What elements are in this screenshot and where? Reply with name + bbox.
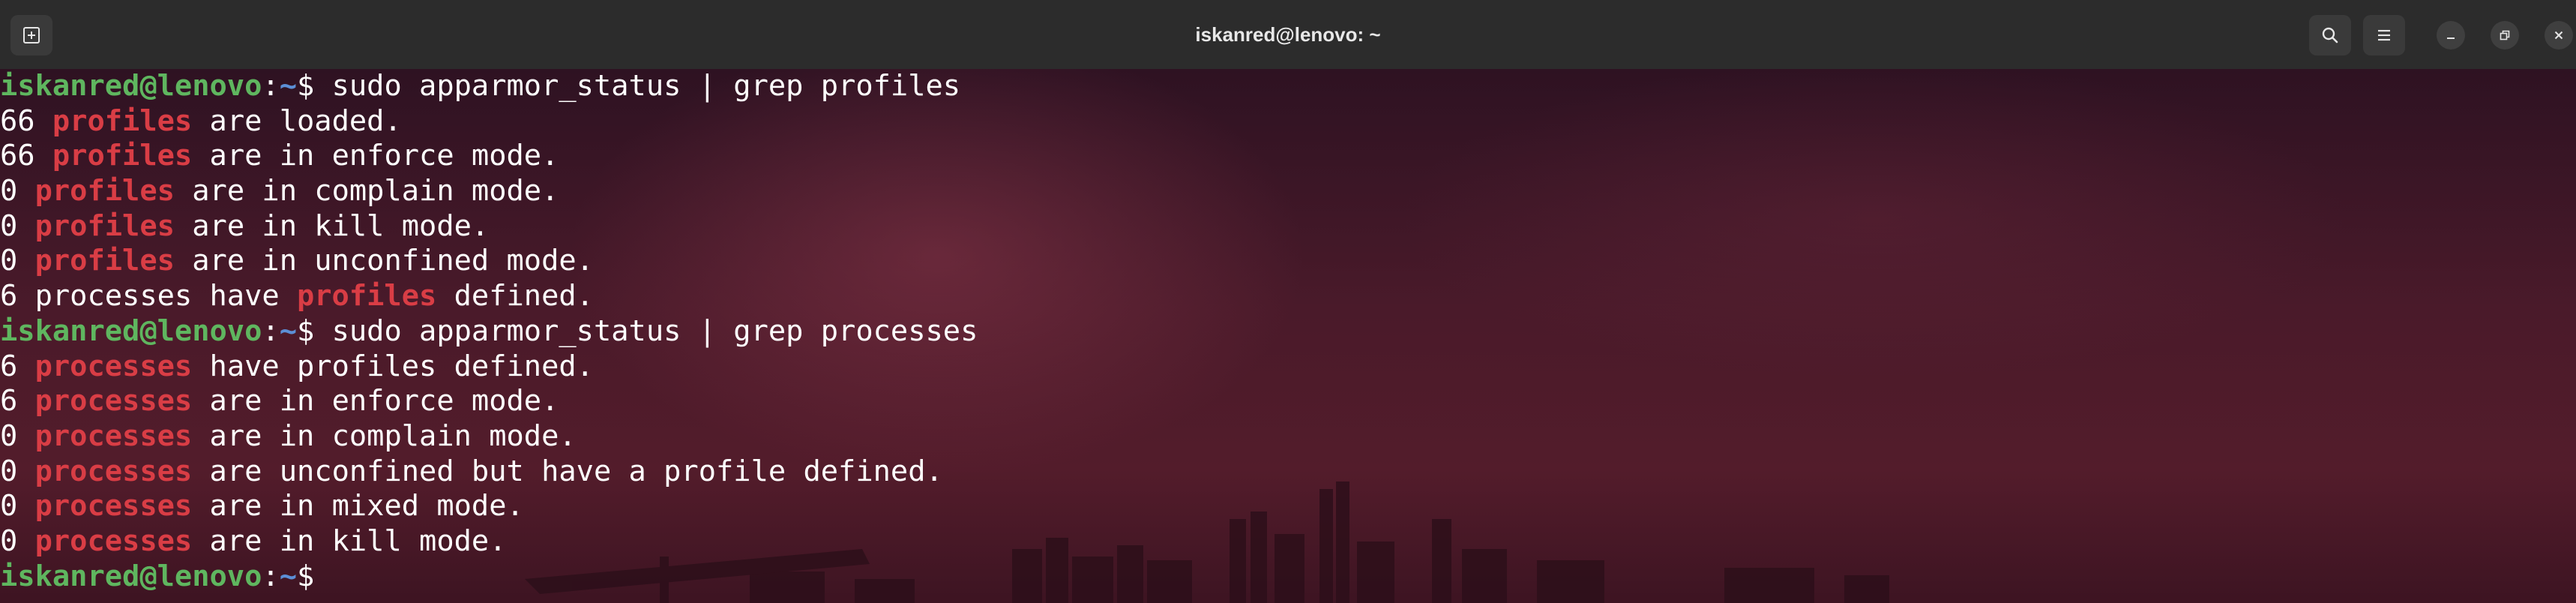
prompt-path: ~ bbox=[279, 559, 297, 593]
grep-match: profiles bbox=[34, 208, 175, 243]
prompt-colon: : bbox=[262, 69, 280, 103]
close-button[interactable] bbox=[2545, 21, 2573, 50]
output-text: 66 bbox=[0, 139, 52, 173]
output-text: are in mixed mode. bbox=[192, 489, 524, 524]
prompt-user-host: iskanred@lenovo bbox=[0, 314, 262, 348]
output-text: are in complain mode. bbox=[174, 174, 559, 208]
output-text: are in enforce mode. bbox=[192, 384, 559, 418]
search-icon bbox=[2322, 27, 2338, 44]
prompt-user-host: iskanred@lenovo bbox=[0, 559, 262, 593]
search-button[interactable] bbox=[2309, 15, 2351, 56]
prompt-line: iskanred@lenovo:~$ sudo apparmor_status … bbox=[0, 314, 2576, 350]
output-text: are in complain mode. bbox=[192, 418, 577, 453]
restore-icon bbox=[2500, 30, 2510, 40]
minimize-button[interactable] bbox=[2437, 21, 2465, 50]
output-line: 0 processes are unconfined but have a pr… bbox=[0, 454, 2576, 490]
grep-match: processes bbox=[34, 524, 193, 558]
output-text: are in kill mode. bbox=[192, 524, 507, 558]
prompt-line: iskanred@lenovo:~$ bbox=[0, 560, 2576, 595]
output-text: are in kill mode. bbox=[174, 208, 490, 243]
grep-match: profiles bbox=[52, 104, 193, 138]
output-line: 66 profiles are loaded. bbox=[0, 104, 2576, 140]
output-text: 0 bbox=[0, 454, 35, 488]
grep-match: processes bbox=[34, 418, 193, 453]
grep-match: processes bbox=[34, 489, 193, 524]
prompt-line: iskanred@lenovo:~$ sudo apparmor_status … bbox=[0, 69, 2576, 104]
restore-button[interactable] bbox=[2491, 21, 2519, 50]
grep-match: profiles bbox=[34, 244, 175, 278]
output-line: 0 profiles are in kill mode. bbox=[0, 209, 2576, 244]
terminal-window: iskanred@lenovo: ~ iskanred@lenovo:~$ su… bbox=[0, 0, 2576, 603]
prompt-symbol: $ bbox=[296, 69, 315, 103]
hamburger-menu-icon bbox=[2378, 29, 2390, 41]
window-title: iskanred@lenovo: ~ bbox=[1195, 23, 1381, 46]
command-text: sudo apparmor_status | grep processes bbox=[314, 314, 978, 348]
output-text: 0 bbox=[0, 418, 35, 453]
minimize-icon bbox=[2447, 38, 2455, 39]
output-text: 6 bbox=[0, 349, 35, 383]
output-text: 0 bbox=[0, 524, 35, 558]
grep-match: profiles bbox=[296, 279, 437, 314]
output-text: have profiles defined. bbox=[192, 349, 594, 383]
output-text: 6 bbox=[0, 384, 35, 418]
output-text: are in enforce mode. bbox=[192, 139, 559, 173]
output-line: 6 processes are in enforce mode. bbox=[0, 384, 2576, 419]
output-line: 0 processes are in complain mode. bbox=[0, 419, 2576, 454]
grep-match: processes bbox=[34, 384, 193, 418]
close-icon bbox=[2554, 31, 2563, 40]
output-line: 0 profiles are in complain mode. bbox=[0, 174, 2576, 209]
terminal-output: iskanred@lenovo:~$ sudo apparmor_status … bbox=[0, 69, 2576, 594]
grep-match: profiles bbox=[52, 139, 193, 173]
output-text: 0 bbox=[0, 244, 35, 278]
menu-button[interactable] bbox=[2363, 15, 2405, 56]
title-bar[interactable]: iskanred@lenovo: ~ bbox=[0, 0, 2576, 70]
prompt-symbol: $ bbox=[296, 314, 315, 348]
prompt-path: ~ bbox=[279, 314, 297, 348]
output-text: defined. bbox=[436, 279, 594, 314]
output-line: 0 processes are in kill mode. bbox=[0, 524, 2576, 560]
prompt-user-host: iskanred@lenovo bbox=[0, 69, 262, 103]
output-text: 0 bbox=[0, 174, 35, 208]
output-line: 6 processes have profiles defined. bbox=[0, 279, 2576, 314]
output-line: 0 processes are in mixed mode. bbox=[0, 489, 2576, 524]
output-text: 6 processes have bbox=[0, 279, 297, 314]
terminal-content[interactable]: iskanred@lenovo:~$ sudo apparmor_status … bbox=[0, 69, 2576, 603]
output-text: 0 bbox=[0, 208, 35, 243]
prompt-colon: : bbox=[262, 314, 280, 348]
output-line: 66 profiles are in enforce mode. bbox=[0, 139, 2576, 174]
prompt-symbol: $ bbox=[296, 559, 315, 593]
output-line: 0 profiles are in unconfined mode. bbox=[0, 244, 2576, 279]
grep-match: processes bbox=[34, 454, 193, 488]
output-line: 6 processes have profiles defined. bbox=[0, 350, 2576, 385]
command-text: sudo apparmor_status | grep profiles bbox=[314, 69, 961, 103]
prompt-path: ~ bbox=[279, 69, 297, 103]
grep-match: profiles bbox=[34, 174, 175, 208]
output-text: are loaded. bbox=[192, 104, 402, 138]
output-text: 66 bbox=[0, 104, 52, 138]
prompt-colon: : bbox=[262, 559, 280, 593]
output-text: are unconfined but have a profile define… bbox=[192, 454, 943, 488]
grep-match: processes bbox=[34, 349, 193, 383]
output-text: 0 bbox=[0, 489, 35, 524]
output-text: are in unconfined mode. bbox=[174, 244, 594, 278]
